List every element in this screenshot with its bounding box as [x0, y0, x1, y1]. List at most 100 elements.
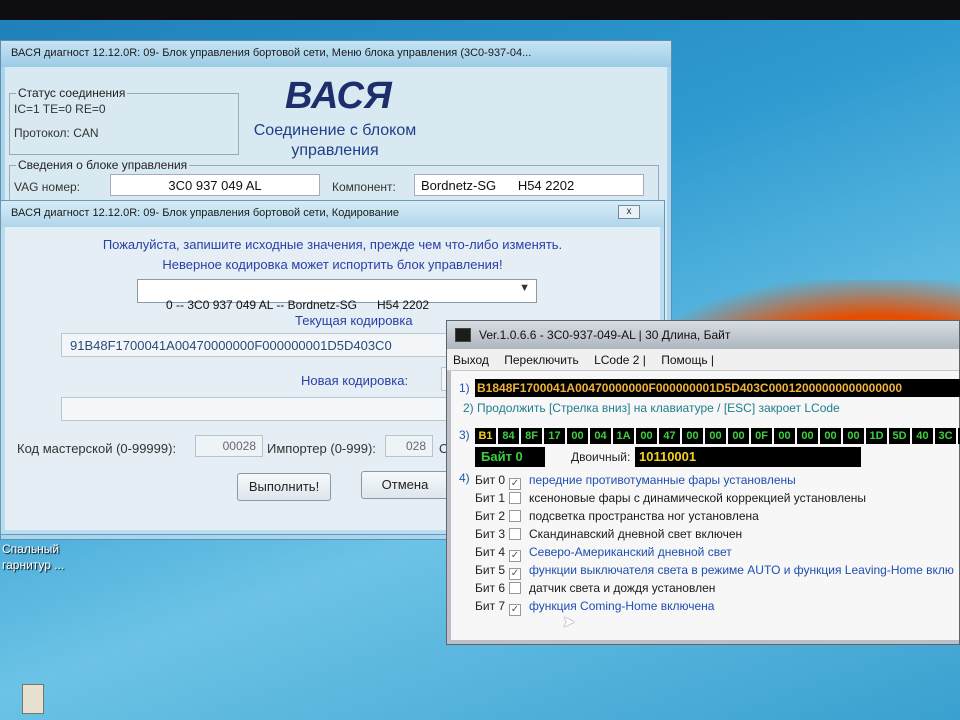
bit-row-4[interactable]: Бит 4 ✓ Северо-Американский дневной свет: [475, 545, 732, 563]
bit-description: ксеноновые фары с динамической коррекцие…: [529, 491, 867, 505]
menu-help[interactable]: Помощь |: [661, 353, 714, 367]
lcode-title-text: Ver.1.0.6.6 - 3C0-937-049-AL | 30 Длина,…: [479, 328, 731, 342]
status-group-title: Статус соединения: [16, 86, 128, 100]
monitor-bezel: [0, 0, 960, 20]
byte-cell[interactable]: 40: [912, 428, 933, 444]
workshop-code-input[interactable]: 00028: [195, 435, 263, 457]
menu-switch[interactable]: Переключить: [504, 353, 578, 367]
byte-cell[interactable]: B1: [475, 428, 496, 444]
bit-row-2[interactable]: Бит 2 подсветка пространства ног установл…: [475, 509, 759, 527]
new-coding-input[interactable]: [61, 397, 457, 421]
bit-checkbox[interactable]: [509, 528, 521, 540]
bit-name: Бит 5: [475, 563, 506, 577]
execute-button[interactable]: Выполнить!: [237, 473, 331, 501]
bit-checkbox[interactable]: ✓: [509, 478, 521, 490]
byte-cell[interactable]: 00: [705, 428, 726, 444]
desktop-file-icon[interactable]: [22, 684, 44, 714]
menu-lcode2[interactable]: LCode 2 |: [594, 353, 646, 367]
byte-cell[interactable]: 0F: [751, 428, 772, 444]
step-3-number: 3): [459, 428, 470, 442]
importer-input[interactable]: 028: [385, 435, 433, 457]
coding-window-title[interactable]: ВАСЯ диагност 12.12.0R: 09- Блок управле…: [1, 201, 664, 227]
byte-cell[interactable]: 00: [843, 428, 864, 444]
mouse-cursor-icon: ➤: [562, 614, 576, 631]
bit-checkbox[interactable]: [509, 582, 521, 594]
byte-cell[interactable]: 00: [682, 428, 703, 444]
bit-row-1[interactable]: Бит 1 ксеноновые фары с динамической корр…: [475, 491, 866, 509]
byte-cell[interactable]: 47: [659, 428, 680, 444]
vag-label: VAG номер:: [14, 180, 81, 194]
importer-label: Импортер (0-999):: [267, 441, 376, 456]
continue-hint: 2) Продолжить [Стрелка вниз] на клавиату…: [463, 401, 840, 415]
app-icon: [455, 328, 471, 342]
step-1-number: 1): [459, 381, 470, 395]
desktop-shortcut-label-2[interactable]: гарнитур ...: [2, 558, 64, 572]
menu-exit[interactable]: Выход: [453, 353, 489, 367]
byte-cell[interactable]: 8F: [521, 428, 542, 444]
byte-cell[interactable]: 00: [636, 428, 657, 444]
control-unit-select-value: 0 -- 3C0 937 049 AL -- Bordnetz-SG H54 2…: [166, 298, 430, 312]
lcode-window: Ver.1.0.6.6 - 3C0-937-049-AL | 30 Длина,…: [446, 320, 960, 645]
bit-name: Бит 0: [475, 473, 506, 487]
bit-name: Бит 4: [475, 545, 506, 559]
desktop-shortcut-label[interactable]: Спальный: [2, 542, 59, 556]
binary-value-box: 10110001: [635, 447, 861, 467]
protocol-line: Протокол: CAN: [14, 126, 99, 140]
byte-cell[interactable]: 04: [590, 428, 611, 444]
lcode-window-title[interactable]: Ver.1.0.6.6 - 3C0-937-049-AL | 30 Длина,…: [447, 321, 959, 349]
vag-number-field[interactable]: 3C0 937 049 AL: [110, 174, 320, 196]
byte-cell[interactable]: 1D: [866, 428, 887, 444]
bit-checkbox[interactable]: ✓: [509, 550, 521, 562]
byte-row: B1 84 8F 17 00 04 1A 00 47 00 00 00 0F 00 00 00 00 1D 5D 40…: [475, 426, 960, 444]
bit-checkbox[interactable]: ✓: [509, 604, 521, 616]
byte-cell[interactable]: 00: [774, 428, 795, 444]
bit-description: подсветка пространства ног установлена: [529, 509, 759, 523]
workshop-code-label: Код мастерской (0-99999):: [17, 441, 177, 456]
status-line: IC=1 TE=0 RE=0: [14, 102, 106, 116]
bit-row-3[interactable]: Бит 3 Скандинавский дневной свет включен: [475, 527, 742, 545]
chevron-down-icon[interactable]: ▼: [519, 282, 530, 294]
lcode-menu-bar: Выход Переключить LCode 2 | Помощь |: [447, 349, 959, 371]
vasya-logo: ВАСЯ: [285, 75, 392, 117]
bit-checkbox[interactable]: ✓: [509, 568, 521, 580]
byte-cell[interactable]: 3C: [935, 428, 956, 444]
bit-name: Бит 2: [475, 509, 506, 523]
bit-name: Бит 6: [475, 581, 506, 595]
bit-row-7[interactable]: Бит 7 ✓ функция Coming-Home включена: [475, 599, 714, 617]
bit-checkbox[interactable]: [509, 510, 521, 522]
bit-checkbox[interactable]: [509, 492, 521, 504]
component-field[interactable]: Bordnetz-SG H54 2202: [414, 174, 644, 196]
hex-string: B1848F1700041A00470000000F000000001D5D40…: [477, 381, 903, 395]
main-window-title[interactable]: ВАСЯ диагност 12.12.0R: 09- Блок управле…: [1, 41, 671, 67]
byte-cell[interactable]: 84: [498, 428, 519, 444]
bit-name: Бит 1: [475, 491, 506, 505]
current-coding-field[interactable]: 91B48F1700041A00470000000F000000001D5D40…: [61, 333, 457, 357]
connection-subtitle: Соединение с блоком управления: [253, 122, 417, 159]
control-unit-select[interactable]: 0 -- 3C0 937 049 AL -- Bordnetz-SG H54 2…: [137, 279, 537, 312]
byte-cell[interactable]: 00: [567, 428, 588, 444]
warning-line-1: Пожалуйста, запишите исходные значения, …: [102, 237, 563, 252]
status-group: Статус соединения IC=1 TE=0 RE=0 Протоко…: [9, 86, 239, 155]
bit-name: Бит 3: [475, 527, 506, 541]
byte-cell[interactable]: 17: [544, 428, 565, 444]
byte-cell[interactable]: 00: [820, 428, 841, 444]
bit-description: передние противотуманные фары установлен…: [529, 473, 796, 487]
bit-row-6[interactable]: Бит 6 датчик света и дождя установлен: [475, 581, 715, 599]
byte-cell[interactable]: 5D: [889, 428, 910, 444]
byte-cell[interactable]: 00: [728, 428, 749, 444]
bit-description: Скандинавский дневной свет включен: [529, 527, 743, 541]
byte-cell[interactable]: 00: [797, 428, 818, 444]
warning-line-2: Неверное кодировка может испортить блок …: [162, 257, 503, 272]
close-icon[interactable]: x: [618, 205, 640, 219]
byte-cell[interactable]: 1A: [613, 428, 634, 444]
bit-row-0[interactable]: Бит 0 ✓ передние противотуманные фары уста…: [475, 473, 796, 491]
current-coding-label: Текущая кодировка: [295, 313, 413, 328]
byte-label: Байт 0: [481, 449, 523, 464]
binary-label: Двоичный:: [571, 450, 631, 464]
binary-value: 10110001: [639, 449, 697, 464]
hex-string-bar[interactable]: B1848F1700041A00470000000F000000001D5D40…: [475, 379, 960, 397]
cancel-button[interactable]: Отмена: [361, 471, 449, 499]
bit-name: Бит 7: [475, 599, 506, 613]
bit-description: функция Coming-Home включена: [529, 599, 715, 613]
bit-row-5[interactable]: Бит 5 ✓ функции выключателя света в режиме…: [475, 563, 954, 581]
